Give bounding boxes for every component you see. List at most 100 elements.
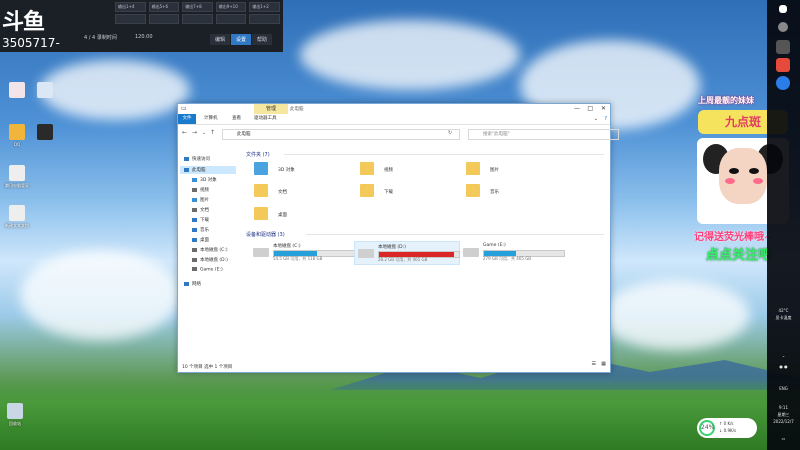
notification-icon[interactable]: ▭: [767, 436, 800, 441]
title-bar[interactable]: ▭ 管理 此电脑 — □ ✕: [178, 104, 610, 114]
douyu-logo: 斗鱼: [2, 10, 45, 35]
gpu-temperature: 42°C: [778, 308, 789, 313]
folders-header[interactable]: 文件夹 (7): [246, 151, 270, 158]
nav-item-quick-access[interactable]: 快速访问: [184, 156, 210, 162]
task-view-icon[interactable]: [776, 40, 790, 54]
video-folder-icon: [360, 162, 374, 175]
tab-settings[interactable]: 设置: [231, 34, 252, 45]
star-icon: [184, 156, 189, 161]
language-indicator[interactable]: ENG: [767, 386, 800, 391]
nav-item-downloads[interactable]: 下载: [192, 217, 209, 223]
mixer-fader[interactable]: [182, 14, 213, 24]
search-icon[interactable]: [778, 22, 788, 32]
drive-c[interactable]: 本地磁盘 (C:) 54.5 GB 可用，共 118 GB: [250, 241, 355, 263]
upload-speed: ↑ 0 K/s: [719, 421, 734, 426]
maximize-icon[interactable]: □: [587, 105, 593, 112]
app-icon[interactable]: [776, 58, 790, 72]
chevron-down-icon[interactable]: ⌄: [202, 130, 206, 136]
nav-item-drive-d[interactable]: 本地磁盘 (D:): [192, 257, 228, 263]
tab-help[interactable]: 帮助: [252, 34, 273, 45]
mixer-fader[interactable]: [215, 14, 247, 24]
mixer-channel[interactable]: 输出5+6: [148, 2, 180, 12]
nav-label: 下载: [200, 218, 209, 223]
drive-space: 28.2 GB 可用，共 465 GB: [378, 257, 428, 262]
desktop-icon[interactable]: QQ: [4, 124, 30, 147]
promo-line-3: 记得送荧光棒哦~: [694, 232, 773, 243]
tab-file[interactable]: 文件: [178, 114, 196, 124]
folder-videos[interactable]: 视频: [360, 161, 460, 179]
nav-item-desktop[interactable]: 桌面: [192, 237, 209, 243]
windows-start-icon[interactable]: [779, 5, 787, 13]
help-icon[interactable]: ?: [604, 116, 607, 122]
breadcrumb: 此电脑: [237, 132, 251, 137]
drives-header[interactable]: 设备和驱动器 (3): [246, 231, 285, 238]
nav-item-3d-objects[interactable]: 3D 对象: [192, 177, 217, 183]
cheek: [725, 178, 735, 184]
mixer-channel[interactable]: 输出9+10: [215, 2, 247, 12]
tab-computer[interactable]: 计算机: [200, 114, 222, 124]
edge-icon[interactable]: [776, 76, 790, 90]
usage-percent: 24%: [699, 420, 715, 436]
nav-item-drive-e[interactable]: Game (E:): [192, 267, 223, 273]
room-id: 3505717-: [2, 36, 60, 50]
folder-documents[interactable]: 文档: [254, 183, 354, 201]
folder-3d-objects[interactable]: 3D 对象: [254, 161, 354, 179]
desktop-icon[interactable]: [32, 82, 58, 100]
desktop-icon[interactable]: [32, 124, 58, 142]
clock-time[interactable]: 9:11: [767, 405, 800, 410]
forward-icon[interactable]: →: [192, 129, 197, 136]
desktop-icon[interactable]: [4, 82, 30, 100]
panel-tabs: 编辑 设置 帮助: [210, 34, 273, 45]
folder-desktop[interactable]: 桌面: [254, 206, 354, 224]
mixer-fader[interactable]: [148, 14, 180, 24]
nav-label: 快速访问: [192, 157, 210, 162]
large-icons-view-icon[interactable]: ▦: [601, 361, 606, 367]
nav-item-this-pc[interactable]: 此电脑: [184, 167, 206, 173]
video-icon: [192, 187, 197, 192]
mixer-fader[interactable]: [115, 14, 146, 24]
mixer-channel[interactable]: 输出1+4: [115, 2, 146, 12]
chevron-up-icon[interactable]: ⌃: [767, 355, 800, 360]
folder-pictures[interactable]: 图片: [466, 161, 566, 179]
network-speed-widget[interactable]: 24% ↑ 0 K/s ↓ 0.9K/s: [697, 418, 757, 438]
desktop-icon[interactable]: 新建文本文档: [4, 205, 30, 229]
mixer-channel[interactable]: 输出7+8: [182, 2, 213, 12]
folder-label: 3D 对象: [278, 168, 295, 173]
nav-item-pictures[interactable]: 图片: [192, 197, 209, 203]
minimize-icon[interactable]: —: [574, 105, 580, 112]
folder-label: 下载: [384, 190, 393, 195]
nav-item-drive-c[interactable]: 本地磁盘 (C:): [192, 247, 228, 253]
tab-drive-tools[interactable]: 驱动器工具: [250, 114, 281, 124]
nav-item-documents[interactable]: 文档: [192, 207, 209, 213]
nav-item-music[interactable]: 音乐: [192, 227, 209, 233]
desktop-icon[interactable]: 腾讯电脑管家: [4, 165, 30, 189]
divider: [306, 234, 604, 235]
nav-label: 音乐: [200, 228, 209, 233]
desktop-icon-label: 新建文本文档: [5, 223, 29, 228]
tab-edit[interactable]: 编辑: [210, 34, 231, 45]
close-icon[interactable]: ✕: [601, 105, 606, 112]
mixer-fader[interactable]: [249, 14, 280, 24]
search-input[interactable]: 搜索"此电脑": [468, 129, 619, 140]
chevron-down-icon[interactable]: ⌄: [594, 116, 598, 122]
mixer-channel[interactable]: 输出1+2: [249, 2, 280, 12]
desktop-icon: [192, 237, 197, 242]
tray-icons[interactable]: ● ●: [767, 364, 800, 369]
drive-e[interactable]: Game (E:) 279 GB 可用，共 465 GB: [460, 241, 565, 263]
address-bar[interactable]: 此电脑: [222, 129, 460, 140]
tab-view[interactable]: 查看: [228, 114, 245, 124]
folder-music[interactable]: 音乐: [466, 183, 566, 201]
back-icon[interactable]: ←: [182, 129, 187, 136]
nav-item-videos[interactable]: 视频: [192, 187, 209, 193]
drive-name: Game (E:): [483, 243, 506, 248]
drive-space: 279 GB 可用，共 465 GB: [483, 256, 532, 261]
download-speed: ↓ 0.9K/s: [719, 428, 737, 433]
folder-downloads[interactable]: 下载: [360, 183, 460, 201]
up-icon[interactable]: ↑: [210, 129, 215, 136]
recycle-bin-icon[interactable]: 回收站: [2, 403, 28, 427]
details-view-icon[interactable]: ☰: [592, 361, 596, 367]
drive-d[interactable]: 本地磁盘 (D:) 28.2 GB 可用，共 465 GB: [354, 241, 460, 265]
tab-manage[interactable]: 管理: [254, 104, 288, 114]
nav-item-network[interactable]: 网络: [184, 281, 201, 287]
refresh-icon[interactable]: ↻: [448, 130, 452, 136]
